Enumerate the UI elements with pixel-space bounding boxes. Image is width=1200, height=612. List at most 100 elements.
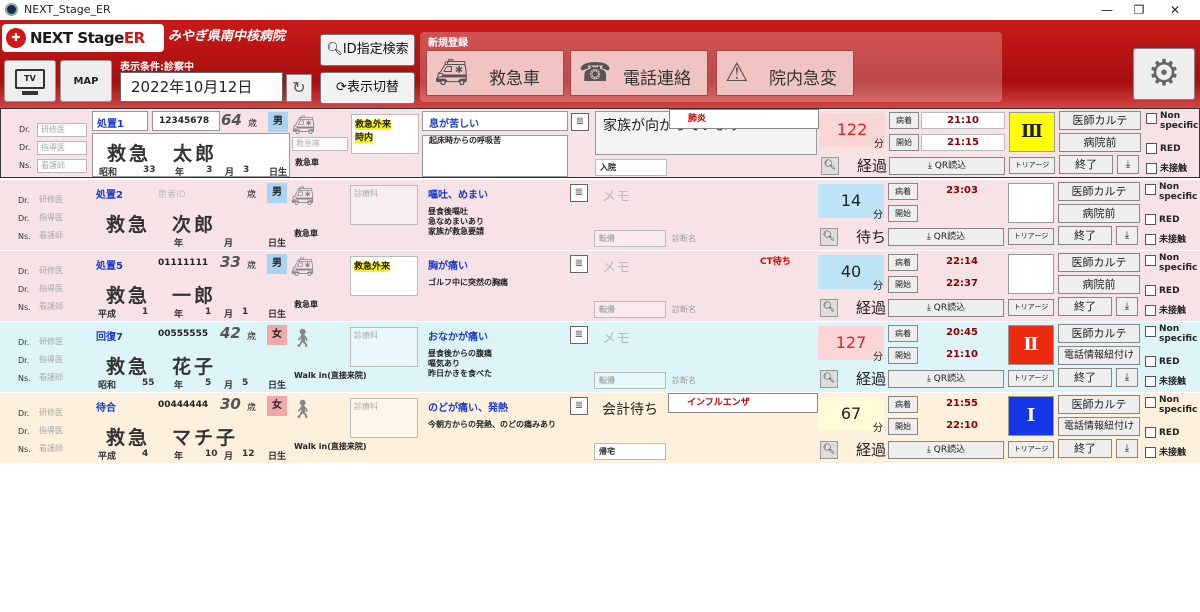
qr-read-button[interactable]: ⤓ QR読込 (888, 228, 1004, 246)
arrival-button[interactable]: 病着 (888, 183, 918, 200)
non-specific-checkbox[interactable] (1145, 326, 1156, 337)
qr-read-button[interactable]: ⤓ QR読込 (888, 441, 1004, 459)
doctor-chart-button[interactable]: 医師カルテ (1058, 182, 1140, 201)
patient-id[interactable]: 00555555 (158, 329, 208, 339)
finish-button[interactable]: 終了 (1059, 155, 1113, 174)
supervisor-field[interactable]: 指導医 (36, 283, 86, 297)
memo-icon[interactable]: ≣ (570, 184, 588, 202)
patient-status[interactable]: 処置5 (96, 257, 123, 272)
complaint-detail[interactable]: ゴルフ中に突然の胸痛 (428, 278, 568, 288)
triage-button[interactable]: トリアージ (1008, 299, 1054, 316)
resident-field[interactable]: 研修医 (36, 407, 86, 421)
patient-row[interactable]: Dr. 研修医 Dr. 指導医 Ns. 看護師 処置2 患者ID 歳 男 救急 … (0, 180, 1200, 250)
triage-button[interactable]: トリアージ (1008, 441, 1054, 458)
search-icon[interactable]: 🔍︎ (820, 299, 838, 317)
doctor-chart-button[interactable]: 医師カルテ (1058, 324, 1140, 343)
qr-read-button[interactable]: ⤓ QR読込 (888, 370, 1004, 388)
download-icon[interactable]: ⤓ (1117, 155, 1139, 174)
search-icon[interactable]: 🔍︎ (821, 157, 839, 175)
finish-button[interactable]: 終了 (1058, 368, 1112, 387)
non-specific-checkbox[interactable] (1145, 397, 1156, 408)
close-button[interactable]: ✕ (1152, 0, 1198, 20)
triage-button[interactable]: トリアージ (1008, 370, 1054, 387)
inhospital-register-button[interactable]: ⚠ 院内急変 (716, 50, 854, 96)
display-switch-button[interactable]: ⟳表示切替 (320, 72, 415, 104)
transport-team-field[interactable]: 救急隊 (292, 137, 348, 151)
outcome-field[interactable]: 転帰 (594, 301, 666, 318)
non-specific-checkbox[interactable] (1145, 255, 1156, 266)
uncontacted-checkbox[interactable] (1145, 376, 1156, 387)
secondary-action-button[interactable]: 電話情報紐付け (1058, 346, 1140, 365)
resident-field[interactable]: 研修医 (36, 194, 86, 208)
chief-complaint[interactable]: 胸が痛い (428, 257, 468, 272)
supervisor-field[interactable]: 指導医 (36, 212, 86, 226)
outcome-field[interactable]: 転帰 (594, 372, 666, 389)
doctor-chart-button[interactable]: 医師カルテ (1058, 395, 1140, 414)
nurse-field[interactable]: 看護師 (36, 301, 86, 315)
ambulance-register-button[interactable]: 🚑︎ 救急車 (426, 50, 564, 96)
secondary-action-button[interactable]: 病院前 (1058, 204, 1140, 223)
qr-read-button[interactable]: ⤓ QR読込 (888, 299, 1004, 317)
search-icon[interactable]: 🔍︎ (820, 441, 838, 459)
finish-button[interactable]: 終了 (1058, 226, 1112, 245)
patient-status[interactable]: 待合 (96, 399, 116, 414)
chief-complaint[interactable]: のどが痛い、発熱 (428, 399, 508, 414)
complaint-detail[interactable]: 起床時からの呼吸苦 (429, 136, 569, 146)
triage-button[interactable]: トリアージ (1009, 157, 1055, 174)
outcome-field[interactable]: 入院 (595, 159, 667, 176)
red-checkbox[interactable] (1145, 427, 1156, 438)
download-icon[interactable]: ⤓ (1116, 439, 1138, 458)
map-button[interactable]: MAP (60, 60, 112, 102)
red-checkbox[interactable] (1145, 214, 1156, 225)
patient-row[interactable]: Dr. 研修医 Dr. 指導医 Ns. 看護師 処置1 12345678 64 … (0, 108, 1200, 178)
doctor-chart-button[interactable]: 医師カルテ (1058, 253, 1140, 272)
chief-complaint[interactable]: 息が苦しい (429, 115, 479, 130)
chief-complaint[interactable]: 嘔吐、めまい (428, 186, 488, 201)
secondary-action-button[interactable]: 病院前 (1058, 275, 1140, 294)
qr-read-button[interactable]: ⤓ QR読込 (889, 157, 1005, 175)
uncontacted-checkbox[interactable] (1146, 163, 1157, 174)
patient-row[interactable]: Dr. 研修医 Dr. 指導医 Ns. 看護師 待合 00444444 30 歳… (0, 393, 1200, 463)
supervisor-field[interactable]: 指導医 (36, 425, 86, 439)
gear-icon[interactable]: ⚙ (1133, 48, 1195, 100)
uncontacted-checkbox[interactable] (1145, 305, 1156, 316)
department-field[interactable]: 診療科 (350, 185, 418, 225)
memo-text[interactable]: メモ (602, 186, 630, 206)
memo-icon[interactable]: ≣ (570, 397, 588, 415)
patient-row[interactable]: Dr. 研修医 Dr. 指導医 Ns. 看護師 処置5 01111111 33 … (0, 251, 1200, 321)
patient-name[interactable]: 救急 花子 (106, 352, 216, 379)
patient-name[interactable]: 救急 太郎 (107, 139, 217, 166)
nurse-field[interactable]: 看護師 (36, 443, 86, 457)
diagnosis-field[interactable]: 肺炎 (669, 109, 819, 129)
memo-text[interactable]: メモ (602, 328, 630, 348)
patient-status[interactable]: 回復7 (96, 328, 123, 343)
nurse-field[interactable]: 看護師 (36, 230, 86, 244)
red-checkbox[interactable] (1145, 285, 1156, 296)
start-button[interactable]: 開始 (888, 418, 918, 435)
search-icon[interactable]: 🔍︎ (820, 228, 838, 246)
department-field[interactable]: 診療科 (350, 398, 418, 438)
complaint-detail[interactable]: 昼食後嘔吐 急なめまいあり 家族が救急要請 (428, 207, 568, 237)
download-icon[interactable]: ⤓ (1116, 368, 1138, 387)
id-search-button[interactable]: 🔍︎ID指定検索 (320, 34, 415, 66)
red-checkbox[interactable] (1146, 143, 1157, 154)
diagnosis-field[interactable]: インフルエンザ (668, 393, 818, 413)
date-field[interactable]: 2022年10月12日 (120, 72, 283, 102)
arrival-button[interactable]: 病着 (888, 325, 918, 342)
triage-button[interactable]: トリアージ (1008, 228, 1054, 245)
start-button[interactable]: 開始 (888, 205, 918, 222)
arrival-button[interactable]: 病着 (888, 396, 918, 413)
uncontacted-checkbox[interactable] (1145, 447, 1156, 458)
non-specific-checkbox[interactable] (1146, 113, 1157, 124)
phone-register-button[interactable]: ☎ 電話連絡 (570, 50, 708, 96)
supervisor-field[interactable]: 指導医 (37, 141, 87, 155)
patient-name[interactable]: 救急 マチ子 (106, 423, 238, 450)
memo-icon[interactable]: ≣ (570, 326, 588, 344)
start-button[interactable]: 開始 (888, 347, 918, 364)
download-icon[interactable]: ⤓ (1116, 226, 1138, 245)
complaint-detail[interactable]: 昼食後からの腹痛 嘔気あり 昨日かきを食べた (428, 349, 568, 379)
finish-button[interactable]: 終了 (1058, 297, 1112, 316)
department-field[interactable]: 救急外来 (350, 256, 418, 296)
chief-complaint[interactable]: おなかが痛い (428, 328, 488, 343)
download-icon[interactable]: ⤓ (1116, 297, 1138, 316)
